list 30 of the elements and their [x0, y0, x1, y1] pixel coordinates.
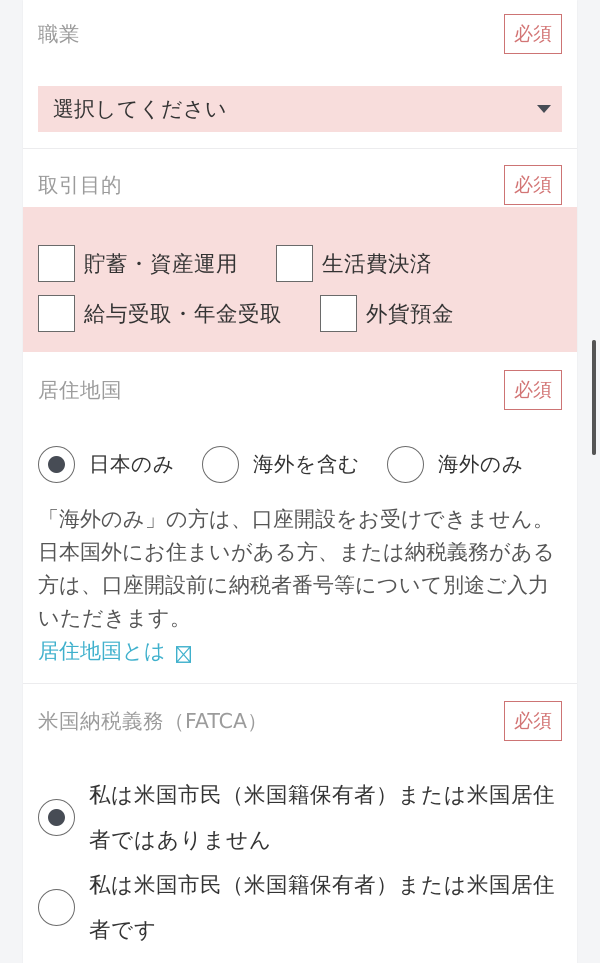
radio-label: 私は米国市民（米国籍保有者）または米国居住者ではありません — [89, 782, 556, 854]
radio-label: 海外を含む — [253, 451, 360, 478]
checkbox-label: 生活費決済 — [322, 250, 432, 278]
checkbox-label: 外貨預金 — [366, 300, 454, 328]
checkbox[interactable] — [276, 244, 313, 282]
required-badge: 必須 — [504, 370, 562, 410]
crossed-box-icon — [176, 646, 191, 662]
radio-label: 日本のみ — [89, 451, 175, 478]
caret-icon — [537, 105, 551, 113]
radio-button[interactable] — [202, 446, 239, 482]
field-label: 取引目的 — [38, 172, 122, 199]
required-badge: 必須 — [504, 14, 562, 54]
field-label: 居住地国 — [38, 376, 122, 404]
required-badge: 必須 — [504, 700, 562, 740]
checkbox-label: 給与受取・年金受取 — [84, 300, 282, 328]
checkbox-label: 貯蓄・資産運用 — [84, 250, 238, 278]
field-label: 職業 — [38, 21, 80, 48]
checkbox[interactable] — [38, 244, 75, 282]
radio-button[interactable] — [38, 889, 75, 926]
radio-button[interactable] — [38, 446, 75, 482]
radio-button[interactable] — [38, 799, 75, 836]
radio-label: 海外のみ — [438, 451, 524, 478]
radio-label: 私は米国市民（米国籍保有者）または米国居住者です — [89, 872, 556, 944]
required-badge: 必須 — [504, 165, 562, 205]
field-label: 米国納税義務（FATCA） — [38, 708, 268, 734]
note-text: 「海外のみ」の方は、口座開設をお受けできません。日本国外にお住まいがある方、または納税義務がある方は、口座開設前に納税者番号等について別途ご入力いただきます。 — [38, 506, 556, 632]
select-field[interactable]: 選択してください — [38, 86, 562, 132]
checkbox[interactable] — [38, 294, 75, 332]
checkbox[interactable] — [320, 294, 357, 332]
radio-button[interactable] — [387, 446, 424, 482]
